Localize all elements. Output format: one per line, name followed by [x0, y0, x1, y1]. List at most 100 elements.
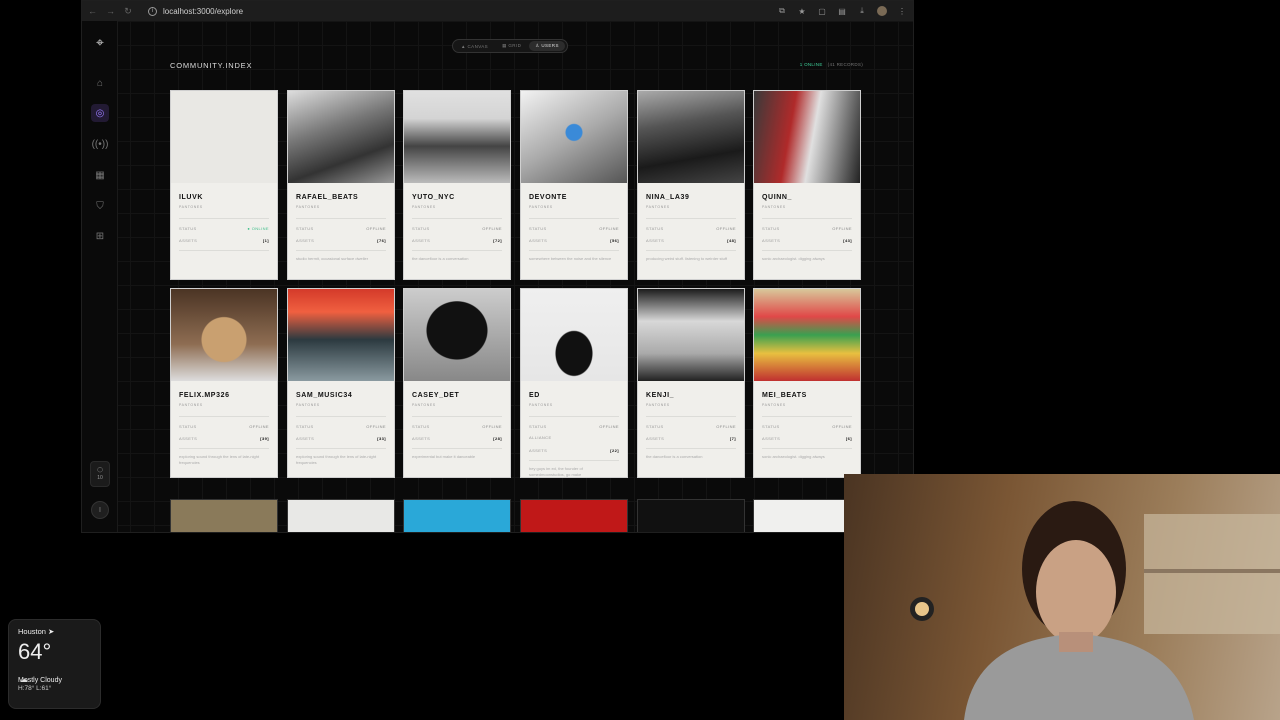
address-bar[interactable]: i localhost:3000/explore [142, 4, 702, 18]
user-avatar-image [404, 289, 510, 381]
weather-widget[interactable]: Houston ➤ 64° ☁ Mostly Cloudy H:78° L:61… [8, 619, 101, 709]
bookmark-star-icon[interactable]: ★ [797, 7, 807, 16]
status-row: STATUS OFFLINE [412, 424, 502, 429]
profile-avatar[interactable] [877, 6, 887, 16]
assets-label: ASSETS [296, 436, 315, 441]
divider [412, 218, 502, 219]
shield-icon[interactable]: ⛉ [91, 197, 109, 215]
divider [179, 448, 269, 449]
user-card[interactable]: CASEY_DET PANTONES STATUS OFFLINE ASSETS [28]… [403, 288, 511, 478]
user-card[interactable]: SAM_MUSIC34 PANTONES STATUS OFFLINE ASSETS [3… [287, 288, 395, 478]
user-name: NINA_LA39 [646, 194, 690, 201]
user-bio: sonic archaeologist. digging always [762, 256, 825, 261]
browser-toolbar: ← → ↻ i localhost:3000/explore ⧉ ★ ▢ ▤ ⤓… [82, 1, 913, 21]
user-card[interactable]: RAFAEL_BEATS PANTONES STATUS OFFLINE ASSETS [… [287, 90, 395, 280]
assets-value: [76] [377, 238, 386, 243]
tab-canvas[interactable]: ▲ CANVAS [455, 42, 494, 51]
counter-value: 10 [97, 475, 103, 481]
user-name: YUTO_NYC [412, 194, 455, 201]
assets-row: ASSETS [72] [412, 238, 502, 243]
broadcast-icon[interactable]: ((•)) [91, 135, 109, 153]
assets-label: ASSETS [296, 238, 315, 243]
sidebar-icon[interactable]: ▤ [837, 7, 847, 16]
user-name: ILUVK [179, 194, 203, 201]
status-value: ● ONLINE [247, 226, 269, 231]
user-card[interactable]: NINA_LA39 PANTONES STATUS OFFLINE ASSETS [48]… [637, 90, 745, 280]
status-value: OFFLINE [599, 424, 619, 429]
user-avatar[interactable]: I [91, 501, 109, 519]
user-bio: the dancefloor is a conversation [412, 256, 469, 261]
user-role: PANTONES [762, 205, 786, 209]
tab-users[interactable]: ♙ USERS [529, 41, 565, 51]
user-card[interactable]: QUINN_ PANTONES STATUS OFFLINE ASSETS [43] son… [753, 90, 861, 280]
home-icon[interactable]: ⌂ [91, 74, 109, 92]
forward-icon[interactable]: → [106, 6, 115, 16]
user-card[interactable]: KENJI_ PANTONES STATUS OFFLINE ASSETS [7] the … [637, 288, 745, 478]
user-role: PANTONES [296, 205, 320, 209]
site-info-icon[interactable]: i [148, 6, 157, 16]
install-app-icon[interactable]: ⧉ [777, 6, 787, 16]
assets-row: ASSETS [48] [646, 238, 736, 243]
user-card[interactable] [287, 499, 395, 532]
status-value: OFFLINE [716, 424, 736, 429]
user-bio: exploring sound through the lens of late… [179, 454, 260, 465]
divider [529, 416, 619, 417]
user-bio: exploring sound through the lens of late… [296, 454, 377, 465]
divider [296, 250, 386, 251]
status-label: STATUS [762, 424, 780, 429]
weather-city-name: Houston [18, 627, 46, 636]
user-card[interactable]: ILUVK PANTONES STATUS ● ONLINE ASSETS [1] [170, 90, 278, 280]
notification-counter[interactable]: ◯ 10 [90, 461, 110, 487]
app-viewport: ⌖ ⌂ ◎ ((•)) ▦ ⛉ ⊞ ◯ 10 I ▲ CANVAS ▦ GRID… [82, 21, 913, 532]
divider [762, 416, 852, 417]
user-card[interactable] [637, 499, 745, 532]
assets-row: ASSETS [39] [179, 436, 269, 441]
user-avatar-image [171, 91, 277, 183]
assets-label: ASSETS [412, 238, 431, 243]
apps-grid-icon[interactable]: ⊞ [91, 227, 109, 245]
download-icon[interactable]: ⤓ [857, 6, 867, 16]
assets-value: [72] [493, 238, 502, 243]
status-row: STATUS OFFLINE [296, 424, 386, 429]
assets-label: ASSETS [412, 436, 431, 441]
tab-grid[interactable]: ▦ GRID [496, 41, 527, 51]
view-switcher: ▲ CANVAS ▦ GRID ♙ USERS [452, 39, 568, 53]
status-row: STATUS OFFLINE [646, 226, 736, 231]
status-label: STATUS [529, 424, 547, 429]
screen: ← → ↻ i localhost:3000/explore ⧉ ★ ▢ ▤ ⤓… [0, 0, 1280, 720]
user-card[interactable] [520, 499, 628, 532]
user-name: CASEY_DET [412, 392, 460, 399]
status-row: STATUS OFFLINE [762, 226, 852, 231]
menu-kebab-icon[interactable]: ⋮ [897, 7, 907, 16]
assets-value: [39] [260, 436, 269, 441]
back-icon[interactable]: ← [88, 6, 97, 16]
user-card[interactable] [170, 499, 278, 532]
user-card[interactable]: MEI_BEATS PANTONES STATUS OFFLINE ASSETS [6] s… [753, 288, 861, 478]
divider [762, 250, 852, 251]
calendar-icon[interactable]: ▦ [91, 166, 109, 184]
user-card[interactable]: ED PANTONES STATUS OFFLINE ALLIANCE ASSETS [22… [520, 288, 628, 478]
extensions-icon[interactable]: ▢ [817, 7, 827, 16]
status-label: STATUS [412, 424, 430, 429]
crosshair-logo-icon[interactable]: ⌖ [91, 33, 109, 51]
user-card[interactable]: DEVONTE PANTONES STATUS OFFLINE ASSETS [56] so… [520, 90, 628, 280]
record-count: (41 RECORDS) [827, 62, 863, 67]
assets-label: ASSETS [646, 436, 665, 441]
webcam-person-image [910, 501, 1280, 720]
status-row: STATUS OFFLINE [529, 226, 619, 231]
assets-label: ASSETS [762, 238, 781, 243]
status-label: STATUS [296, 226, 314, 231]
user-role: PANTONES [762, 403, 786, 407]
status-row: STATUS OFFLINE [762, 424, 852, 429]
reload-icon[interactable]: ↻ [124, 6, 132, 17]
status-label: STATUS [179, 226, 197, 231]
user-card[interactable]: YUTO_NYC PANTONES STATUS OFFLINE ASSETS [72] t… [403, 90, 511, 280]
user-card[interactable] [403, 499, 511, 532]
status-value: OFFLINE [249, 424, 269, 429]
user-bio: the dancefloor is a conversation [646, 454, 703, 459]
compass-icon[interactable]: ◎ [91, 104, 109, 122]
divider [529, 250, 619, 251]
alliance-row: ALLIANCE [529, 435, 619, 440]
user-card[interactable]: FELIX.MP326 PANTONES STATUS OFFLINE ASSETS [3… [170, 288, 278, 478]
status-label: STATUS [179, 424, 197, 429]
